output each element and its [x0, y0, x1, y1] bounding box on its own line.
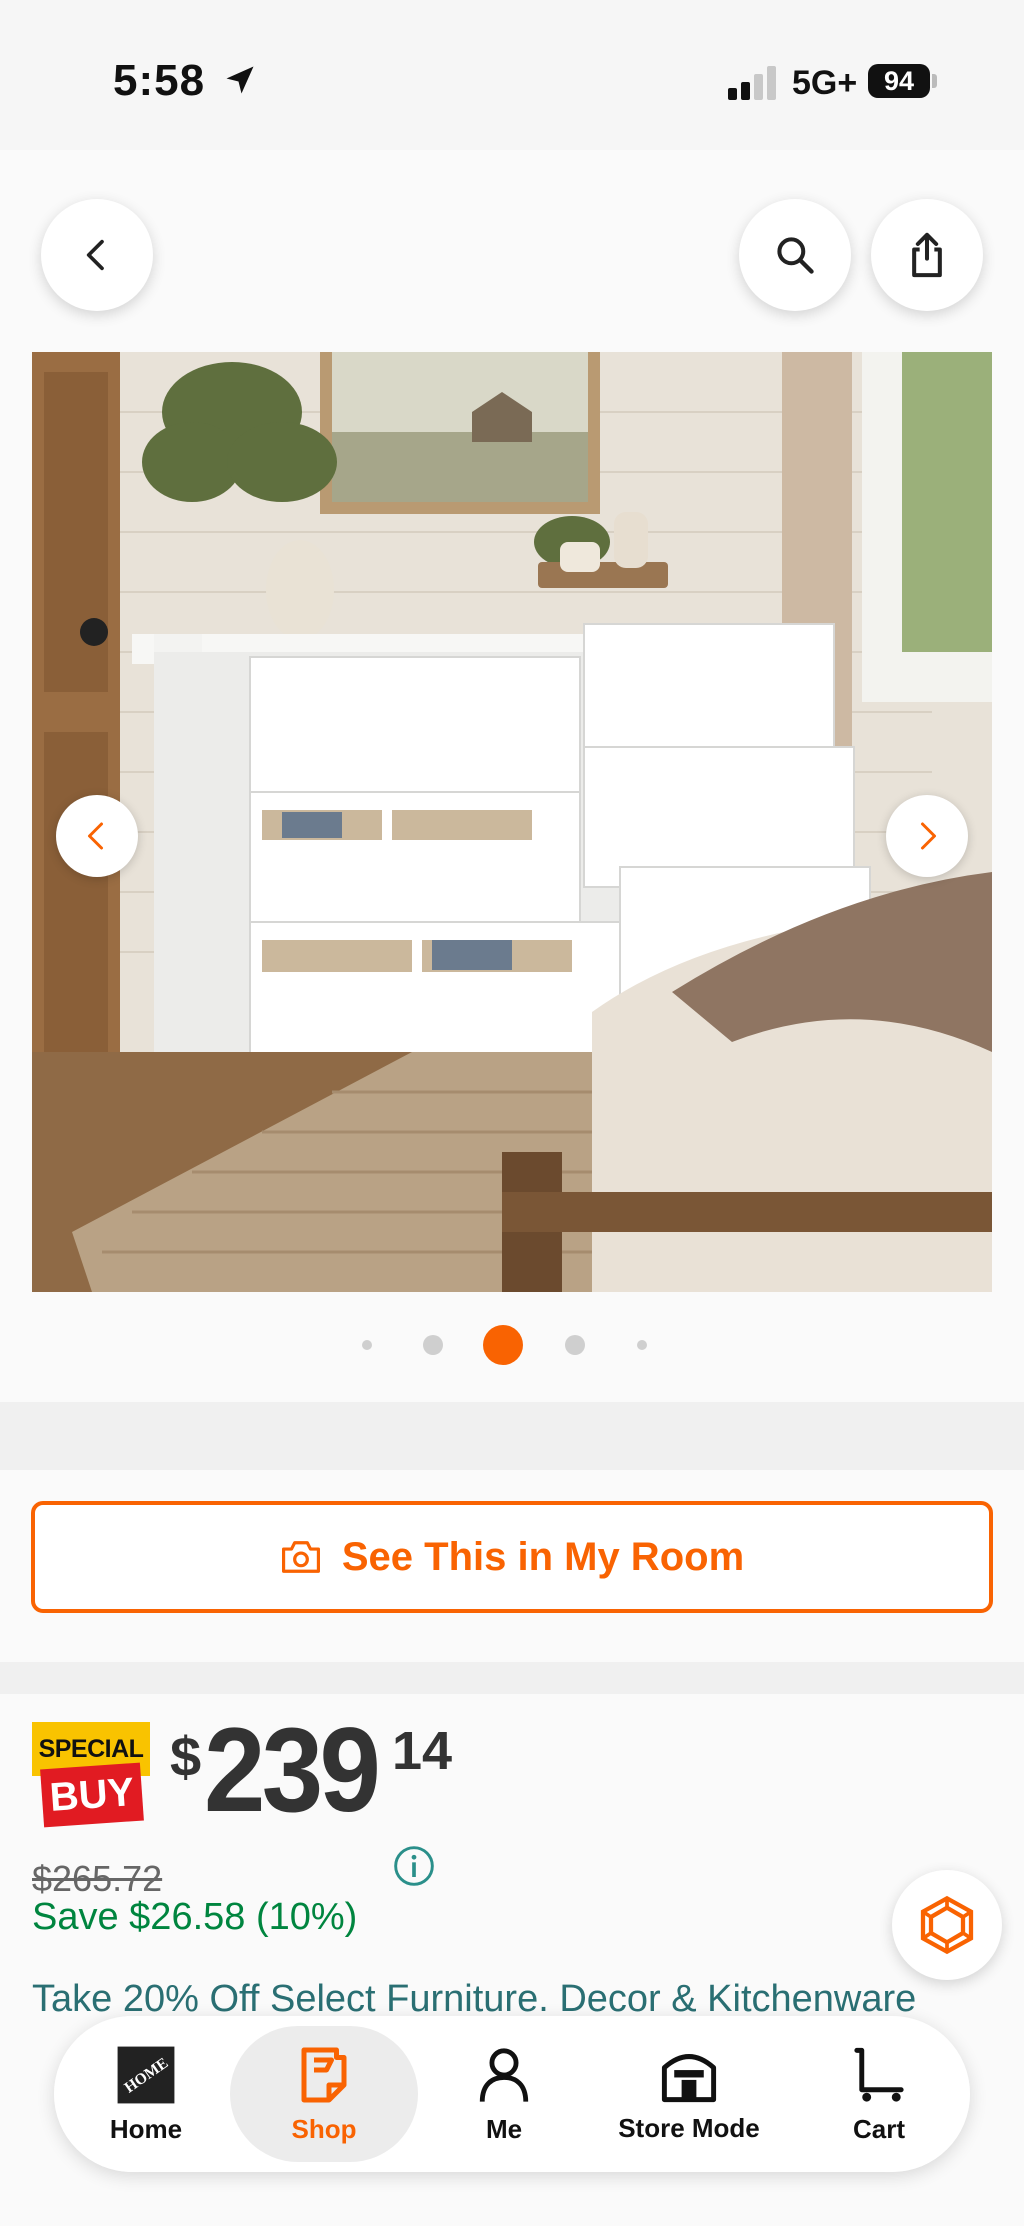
camera-icon	[281, 1541, 320, 1573]
home-depot-logo-icon: HOME	[117, 2046, 175, 2103]
pagination-dot[interactable]	[637, 1340, 647, 1350]
cart-icon	[854, 2047, 904, 2102]
tab-label: Store Mode	[618, 2112, 760, 2143]
person-icon	[479, 2047, 529, 2102]
status-time: 5:58	[113, 56, 206, 105]
pagination-dot[interactable]	[362, 1340, 372, 1350]
see-in-my-room-label: See This in My Room	[341, 1534, 745, 1579]
tab-label: Shop	[291, 2113, 357, 2144]
shop-tag-icon	[301, 2047, 347, 2102]
bottom-tab-bar: HOME Home Shop Me Store Mode Cart	[54, 2016, 970, 2172]
info-icon[interactable]	[392, 1844, 436, 1888]
tab-me[interactable]: Me	[434, 2026, 574, 2162]
chevron-right-icon	[921, 822, 936, 850]
section-divider	[0, 1662, 1024, 1694]
cellular-signal-icon	[728, 64, 780, 100]
gallery-next-button[interactable]	[886, 795, 968, 877]
price-dollars: 239	[204, 1703, 381, 1837]
battery-icon: 94	[868, 64, 930, 98]
price-currency: $	[170, 1725, 202, 1788]
chevron-left-icon	[86, 239, 104, 271]
share-button[interactable]	[871, 199, 983, 311]
back-button[interactable]	[41, 199, 153, 311]
network-label: 5G+	[792, 64, 858, 102]
see-in-my-room-button[interactable]: See This in My Room	[31, 1501, 993, 1613]
tab-label: Cart	[852, 2113, 905, 2144]
special-buy-badge: SPECIAL BUY	[32, 1722, 150, 1832]
pagination-dot[interactable]	[565, 1335, 585, 1355]
pagination-dot[interactable]	[423, 1335, 443, 1355]
location-arrow-icon	[226, 66, 254, 94]
tab-cart[interactable]: Cart	[804, 2026, 954, 2162]
tab-shop[interactable]: Shop	[230, 2026, 418, 2162]
was-price: $265.72	[32, 1858, 163, 1899]
share-icon	[912, 232, 942, 278]
savings-text: Save $26.58 (10%)	[32, 1896, 358, 1938]
pagination-dot-active[interactable]	[483, 1325, 523, 1365]
status-bar: 5:58 5G+ 94	[0, 0, 1024, 150]
gallery-pagination	[0, 1322, 1024, 1368]
ar-section: See This in My Room	[0, 1470, 1024, 1662]
tab-label: Home	[109, 2113, 183, 2144]
product-image[interactable]	[32, 352, 992, 1292]
special-badge-bottom: BUY	[40, 1762, 144, 1828]
tab-label: Me	[485, 2113, 523, 2144]
gallery-prev-button[interactable]	[56, 795, 138, 877]
chat-assistant-button[interactable]	[892, 1870, 1002, 1980]
assistant-hexagon-icon	[920, 1895, 974, 1955]
tab-home[interactable]: HOME Home	[64, 2026, 228, 2162]
tab-store-mode[interactable]: Store Mode	[584, 2026, 794, 2162]
chevron-left-icon	[88, 822, 103, 850]
search-button[interactable]	[739, 199, 851, 311]
section-divider	[0, 1402, 1024, 1470]
battery-tip	[932, 74, 937, 88]
price-cents: 14	[392, 1721, 453, 1781]
promo-link[interactable]: Take 20% Off Select Furniture. Decor & K…	[32, 1978, 916, 2021]
store-icon	[661, 2053, 717, 2102]
search-icon	[777, 237, 814, 274]
dresser-photo-illustration	[32, 352, 992, 1292]
